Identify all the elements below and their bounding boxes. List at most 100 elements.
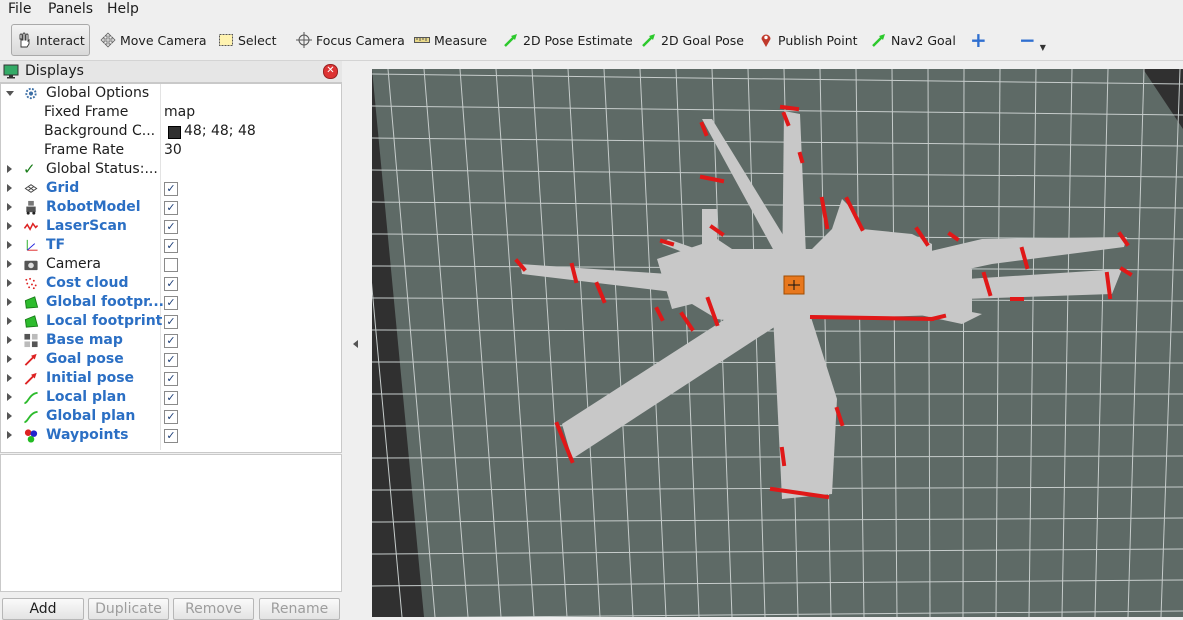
menu-help[interactable]: Help	[107, 1, 139, 17]
display-row-tf[interactable]: TF ✓	[1, 236, 341, 255]
tree-row-fixed-frame[interactable]: Fixed Frame map	[1, 103, 341, 122]
background-color-label: Background C...	[44, 123, 156, 139]
enabled-checkbox[interactable]: ✓	[164, 315, 178, 329]
obstacle-hit	[797, 151, 805, 164]
enabled-checkbox[interactable]: ✓	[164, 391, 178, 405]
menu-file[interactable]: File	[8, 1, 31, 17]
chevron-down-icon: ▼	[1039, 42, 1046, 52]
goal-pose-tool-button[interactable]: 2D Goal Pose	[641, 28, 744, 52]
enabled-checkbox[interactable]	[164, 258, 178, 272]
nav2-goal-tool-button[interactable]: Nav2 Goal	[871, 28, 956, 52]
enabled-checkbox[interactable]: ✓	[164, 353, 178, 367]
display-row-base-map[interactable]: Base map ✓	[1, 331, 341, 350]
panel-splitter[interactable]	[343, 61, 370, 617]
frame-rate-label: Frame Rate	[44, 142, 125, 158]
color-swatch[interactable]	[168, 126, 181, 139]
select-label: Select	[238, 32, 277, 48]
add-tool-button[interactable]: +	[970, 28, 987, 52]
move-camera-label: Move Camera	[120, 32, 207, 48]
expand-arrow-icon[interactable]	[7, 279, 12, 287]
display-row-waypoints[interactable]: Waypoints ✓	[1, 426, 341, 445]
remove-tool-button[interactable]: − ▼	[1019, 28, 1046, 52]
expand-arrow-icon[interactable]	[7, 241, 12, 249]
enabled-checkbox[interactable]: ✓	[164, 277, 178, 291]
interact-tool-button[interactable]: Interact	[11, 24, 90, 56]
enabled-checkbox[interactable]: ✓	[164, 220, 178, 234]
scene-canvas[interactable]	[372, 69, 1183, 617]
frame-rate-value[interactable]: 30	[164, 142, 182, 158]
move-camera-tool-button[interactable]: Move Camera	[100, 28, 207, 52]
tree-row-frame-rate[interactable]: Frame Rate 30	[1, 141, 341, 160]
display-row-goal-pose[interactable]: Goal pose ✓	[1, 350, 341, 369]
enabled-checkbox[interactable]: ✓	[164, 334, 178, 348]
robot-icon	[23, 200, 39, 215]
fixed-frame-value[interactable]: map	[164, 104, 195, 120]
display-label: LaserScan	[46, 218, 127, 234]
expand-arrow-icon[interactable]	[7, 184, 12, 192]
enabled-checkbox[interactable]: ✓	[164, 182, 178, 196]
menu-bar: File Panels Help	[0, 0, 1183, 20]
tree-row-background-color[interactable]: Background C... 48; 48; 48	[1, 122, 341, 141]
background-color-value[interactable]: 48; 48; 48	[184, 123, 256, 139]
expand-arrow-icon[interactable]	[7, 355, 12, 363]
pointcloud-icon	[23, 276, 39, 291]
green-arrow-icon	[872, 34, 885, 47]
display-label: Base map	[46, 332, 123, 348]
display-row-initial-pose[interactable]: Initial pose ✓	[1, 369, 341, 388]
expand-arrow-icon[interactable]	[7, 222, 12, 230]
hand-pointer-icon	[19, 32, 30, 48]
tree-row-global-options[interactable]: Global Options	[1, 84, 341, 103]
displays-title: Displays	[25, 63, 84, 79]
expand-arrow-icon[interactable]	[7, 260, 12, 268]
expand-arrow-icon[interactable]	[6, 91, 14, 96]
expand-arrow-icon[interactable]	[7, 165, 12, 173]
expand-arrow-icon[interactable]	[7, 374, 12, 382]
display-label: Initial pose	[46, 370, 135, 386]
publish-point-label: Publish Point	[778, 32, 858, 48]
enabled-checkbox[interactable]: ✓	[164, 429, 178, 443]
displays-panel-header: Displays ✕	[0, 61, 342, 83]
gear-icon	[25, 87, 37, 100]
tree-row-global-status[interactable]: ✓ Global Status:...	[1, 160, 341, 179]
display-row-grid[interactable]: Grid ✓	[1, 179, 341, 198]
ruler-icon	[414, 37, 430, 43]
menu-panels[interactable]: Panels	[48, 1, 93, 17]
focus-camera-tool-button[interactable]: Focus Camera	[296, 28, 405, 52]
display-row-camera[interactable]: Camera	[1, 255, 341, 274]
display-row-global-footpr[interactable]: Global footpr... ✓	[1, 293, 341, 312]
expand-arrow-icon[interactable]	[7, 317, 12, 325]
render-view-3d[interactable]	[372, 69, 1183, 617]
enabled-checkbox[interactable]: ✓	[164, 239, 178, 253]
displays-tree: Global Options Fixed Frame map Backgroun…	[0, 83, 342, 453]
display-row-cost-cloud[interactable]: Cost cloud ✓	[1, 274, 341, 293]
focus-camera-label: Focus Camera	[316, 32, 405, 48]
obstacle-hit	[809, 314, 935, 322]
tree-label-global-status: Global Status:...	[46, 161, 158, 177]
expand-arrow-icon[interactable]	[7, 393, 12, 401]
collapse-arrow-icon[interactable]	[353, 340, 358, 348]
enabled-checkbox[interactable]: ✓	[164, 372, 178, 386]
select-tool-button[interactable]: Select	[218, 28, 277, 52]
expand-arrow-icon[interactable]	[7, 336, 12, 344]
expand-arrow-icon[interactable]	[7, 412, 12, 420]
enabled-checkbox[interactable]: ✓	[164, 201, 178, 215]
expand-arrow-icon[interactable]	[7, 431, 12, 439]
displays-panel: Displays ✕ Global Options Fixed Frame ma…	[0, 61, 342, 620]
display-row-robotmodel[interactable]: RobotModel ✓	[1, 198, 341, 217]
display-row-laserscan[interactable]: LaserScan ✓	[1, 217, 341, 236]
publish-point-tool-button[interactable]: Publish Point	[758, 28, 858, 52]
goal-pose-label: 2D Goal Pose	[661, 32, 744, 48]
display-row-local-footprint[interactable]: Local footprint ✓	[1, 312, 341, 331]
polygon-icon	[23, 295, 39, 310]
enabled-checkbox[interactable]: ✓	[164, 296, 178, 310]
expand-arrow-icon[interactable]	[7, 203, 12, 211]
enabled-checkbox[interactable]: ✓	[164, 410, 178, 424]
close-icon[interactable]: ✕	[323, 64, 338, 79]
measure-tool-button[interactable]: Measure	[414, 28, 487, 52]
display-row-global-plan[interactable]: Global plan ✓	[1, 407, 341, 426]
description-box	[0, 454, 342, 592]
display-label: Global footpr...	[46, 294, 164, 310]
expand-arrow-icon[interactable]	[7, 298, 12, 306]
display-row-local-plan[interactable]: Local plan ✓	[1, 388, 341, 407]
pose-estimate-tool-button[interactable]: 2D Pose Estimate	[503, 28, 633, 52]
